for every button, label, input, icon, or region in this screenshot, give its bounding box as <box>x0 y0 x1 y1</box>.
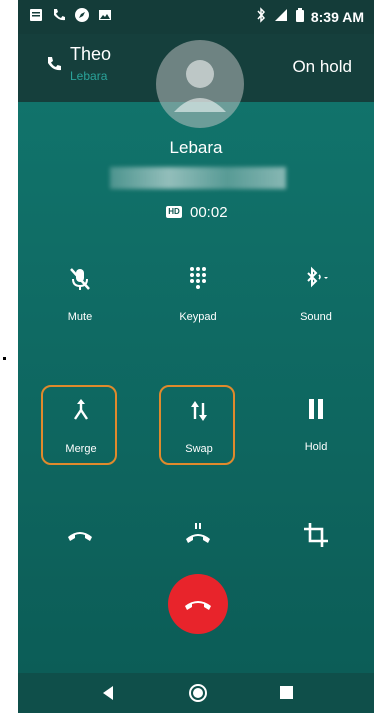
held-call-carrier: Lebara <box>70 69 108 83</box>
image-icon <box>97 7 113 23</box>
signal-icon <box>273 7 289 26</box>
blurred-phone-number <box>110 167 286 189</box>
battery-icon <box>295 7 305 26</box>
hd-badge: HD <box>166 206 182 218</box>
avatar <box>156 40 244 128</box>
home-icon[interactable] <box>188 683 208 703</box>
bluetooth-icon <box>255 7 267 26</box>
add-call-button[interactable] <box>160 515 236 559</box>
merge-button[interactable]: Merge <box>41 385 117 465</box>
merge-label: Merge <box>65 443 97 455</box>
swap-icon <box>191 401 207 421</box>
keypad-button[interactable]: Keypad <box>160 255 236 335</box>
clock: 8:39 AM <box>310 8 364 25</box>
status-notifications <box>28 7 113 23</box>
phone-screen: 8:39 AM Theo Lebara On hold Lebara HD 00… <box>18 0 374 713</box>
edge-artifact <box>3 357 6 360</box>
sound-button[interactable]: Sound <box>278 255 354 335</box>
mute-label: Mute <box>67 311 93 323</box>
notification-icon <box>28 7 44 23</box>
swap-button[interactable]: Swap <box>159 385 235 465</box>
keypad-icon <box>190 267 206 289</box>
hangup-icon <box>185 601 211 610</box>
bluetooth-audio-icon <box>307 266 328 288</box>
hold-label: Hold <box>304 441 328 453</box>
active-call-carrier: Lebara <box>169 138 223 157</box>
swap-label: Swap <box>185 443 213 455</box>
held-call-name: Theo <box>70 44 112 64</box>
compass-icon <box>74 7 90 23</box>
end-call-button[interactable] <box>168 574 228 634</box>
mute-button[interactable]: Mute <box>42 255 118 335</box>
pause-icon <box>309 399 323 419</box>
hold-button[interactable]: Hold <box>278 385 354 465</box>
contact-placeholder-icon <box>174 60 226 112</box>
keypad-label: Keypad <box>179 311 217 323</box>
back-icon[interactable] <box>100 685 116 701</box>
hangup-icon <box>68 532 92 541</box>
phone-icon <box>48 57 61 71</box>
mute-mic-icon <box>70 268 90 290</box>
status-bar: 8:39 AM <box>18 0 374 34</box>
held-call-status: On hold <box>292 57 352 76</box>
hangup-held-button[interactable] <box>42 515 118 559</box>
phone-icon <box>51 7 67 23</box>
status-system: 8:39 AM <box>255 7 364 26</box>
add-call-icon <box>186 523 210 543</box>
crop-button[interactable] <box>278 515 354 559</box>
recents-icon[interactable] <box>280 686 293 699</box>
crop-icon <box>304 523 328 547</box>
call-duration: 00:02 <box>190 204 228 221</box>
sound-label: Sound <box>300 311 332 323</box>
merge-icon <box>74 399 88 420</box>
navigation-bar <box>18 673 374 713</box>
